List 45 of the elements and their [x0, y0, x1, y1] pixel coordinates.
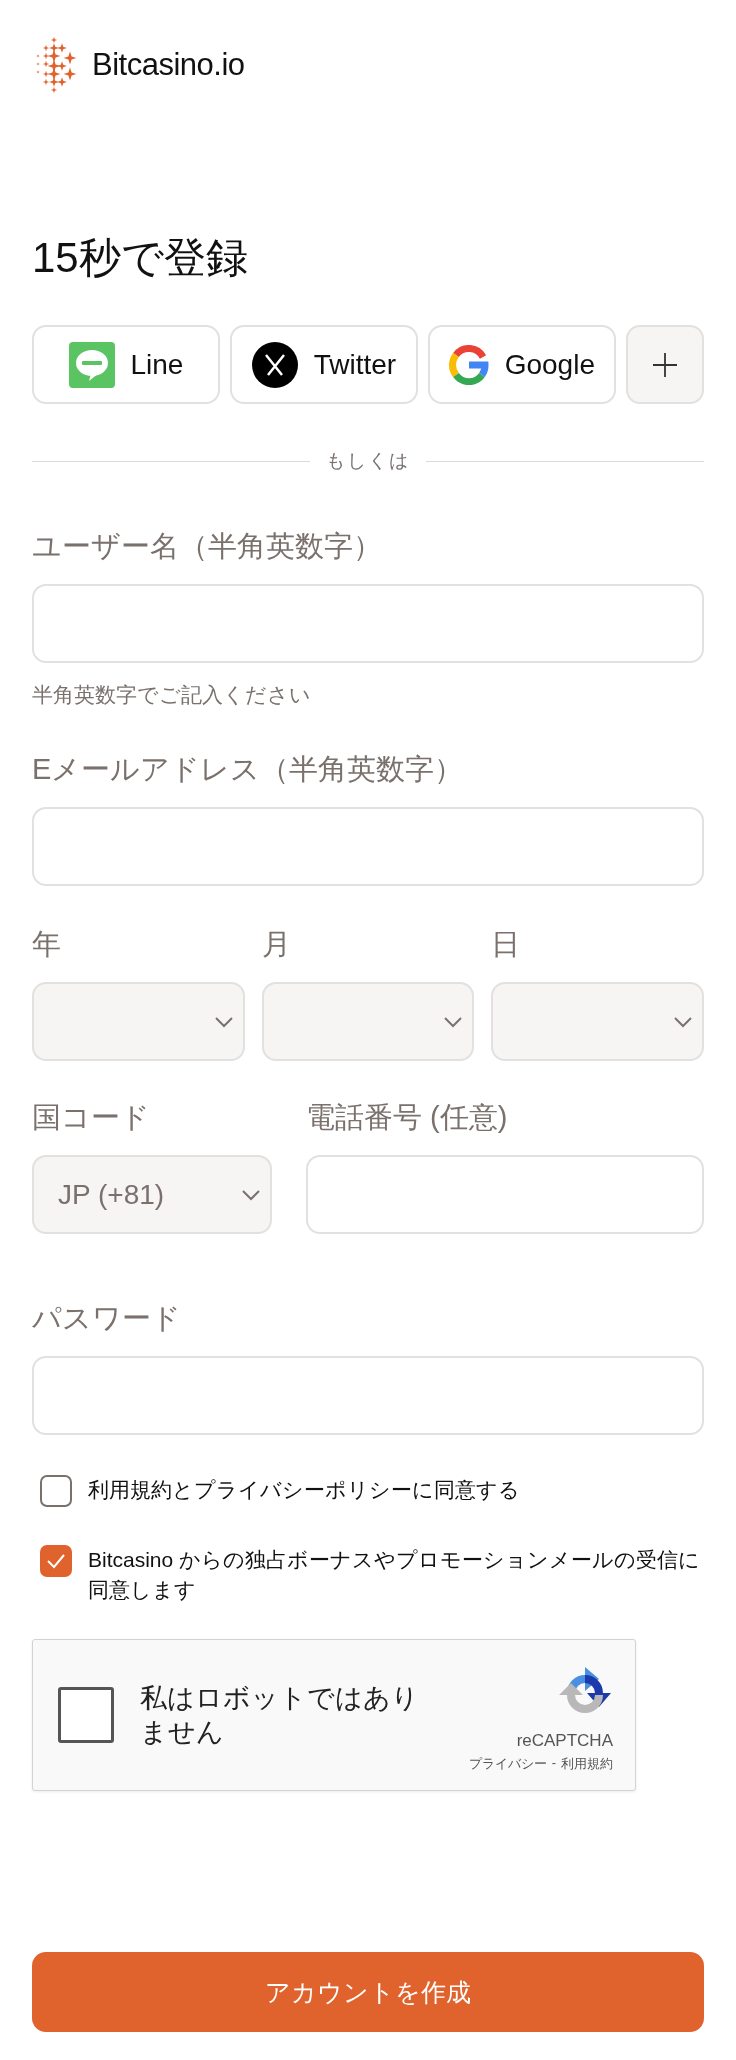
date-select[interactable] [32, 982, 245, 1061]
page-title: 15秒で登録 [32, 233, 249, 283]
check-icon [46, 1553, 66, 1569]
date-select[interactable] [261, 982, 475, 1061]
date-select[interactable] [491, 982, 704, 1061]
field-label: 月 [261, 927, 292, 962]
field-label: パスワード [32, 1301, 182, 1336]
username-field[interactable] [32, 584, 704, 663]
brand-name: Bitcasino.io [92, 47, 245, 83]
social-login-button[interactable]: Line [32, 325, 220, 404]
email-field[interactable] [32, 807, 704, 886]
field-label: Eメールアドレス（半角英数字） [32, 752, 465, 787]
divider-text: もしくは [326, 449, 410, 473]
checkbox[interactable] [40, 1475, 72, 1507]
field-label: 電話番号 (任意) [306, 1100, 509, 1135]
more-options-button[interactable] [625, 325, 704, 404]
x-icon [251, 341, 298, 388]
create-account-button[interactable]: アカウントを作成 [32, 1952, 704, 2032]
checkbox-label: 利用規約とプライバシーポリシーに同意する [88, 1477, 520, 1503]
field-hint: 半角英数字でご記入ください [32, 682, 312, 708]
field-label: 日 [491, 927, 522, 962]
plus-icon [651, 351, 678, 378]
checkbox[interactable] [40, 1545, 72, 1577]
checkbox-label: Bitcasino からの独占ボーナスやプロモーションメールの受信に同意します [88, 1547, 702, 1603]
chat-bubble-icon [68, 341, 115, 388]
chevron-down-icon [672, 1014, 694, 1029]
chevron-down-icon [212, 1014, 235, 1029]
captcha-brand: reCAPTCHA [516, 1731, 613, 1751]
phone-field[interactable] [306, 1155, 704, 1234]
terms-link[interactable]: 利用規約 [561, 1755, 613, 1773]
select-value: JP (+81) [58, 1178, 165, 1211]
privacy-link[interactable]: プライバシー [468, 1755, 547, 1773]
social-login-button[interactable]: Google [427, 325, 616, 404]
password-field[interactable] [32, 1356, 704, 1435]
social-login-button[interactable]: Twitter [229, 325, 418, 404]
g-icon [448, 344, 489, 385]
captcha-checkbox[interactable] [58, 1687, 114, 1743]
field-label: 年 [32, 927, 62, 962]
field-label: ユーザー名（半角英数字） [32, 529, 383, 564]
captcha-label: 私はロボットではありません [140, 1682, 420, 1749]
field-label: 国コード [32, 1100, 151, 1135]
link-separator: - [551, 1755, 556, 1772]
chevron-down-icon [442, 1014, 465, 1029]
country-code-select[interactable]: JP (+81) [32, 1155, 272, 1234]
chevron-down-icon [240, 1187, 262, 1202]
